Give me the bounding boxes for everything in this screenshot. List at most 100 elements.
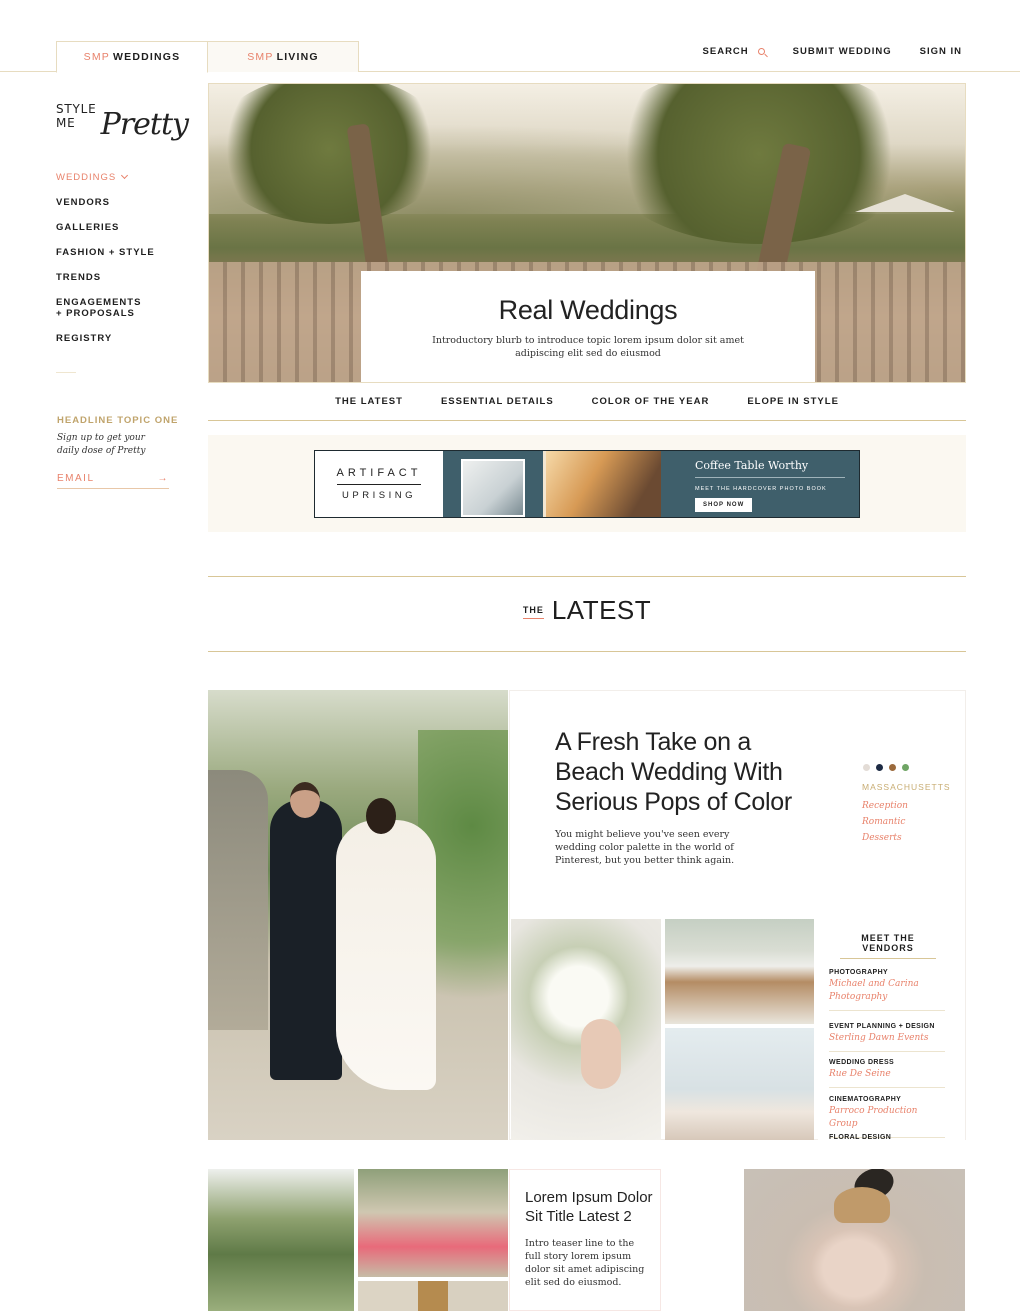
email-field[interactable]: EMAIL → bbox=[57, 468, 169, 489]
vendor-entry[interactable]: CINEMATOGRAPHY Parroco Production Group bbox=[829, 1096, 945, 1138]
submit-wedding-link[interactable]: SUBMIT WEDDING bbox=[793, 46, 892, 57]
logo-text: STYLE ME bbox=[56, 102, 97, 130]
sidebar-nav: WEDDINGS VENDORS GALLERIES FASHION + STY… bbox=[56, 171, 186, 358]
vendors-heading: MEET THE VENDORS bbox=[840, 933, 936, 959]
newsletter-title: HEADLINE TOPIC ONE bbox=[57, 415, 179, 426]
hero-blurb: Introductory blurb to introduce topic lo… bbox=[432, 335, 744, 359]
feature-main-photo[interactable] bbox=[208, 690, 508, 1140]
story2-photo-doors[interactable] bbox=[358, 1281, 508, 1311]
ad-copy: Coffee Table Worthy MEET THE HARDCOVER P… bbox=[695, 459, 845, 512]
vendor-entry[interactable]: WEDDING DRESS Rue De Seine bbox=[829, 1059, 945, 1088]
story2-photo-garden[interactable] bbox=[208, 1169, 354, 1311]
ad-brand-line2: UPRISING bbox=[342, 490, 416, 501]
subnav-item-elope-in-style[interactable]: ELOPE IN STYLE bbox=[747, 396, 839, 407]
feature-description: You might believe you've seen every wedd… bbox=[555, 829, 735, 866]
vendor-entry[interactable]: FLORAL DESIGN bbox=[829, 1134, 945, 1140]
vendor-role: PHOTOGRAPHY bbox=[829, 969, 889, 976]
tab-label: WEDDINGS bbox=[113, 51, 181, 63]
tab-label: LIVING bbox=[276, 51, 319, 63]
sidebar-item-registry[interactable]: REGISTRY bbox=[56, 333, 186, 344]
vendor-role: CINEMATOGRAPHY bbox=[829, 1096, 902, 1103]
story2-photo-bridesmaids[interactable] bbox=[358, 1169, 508, 1277]
gallery-thumb-tent[interactable] bbox=[665, 1028, 814, 1140]
section-heading: THE LATEST bbox=[208, 595, 966, 626]
story2-card: Lorem Ipsum Dolor Sit Title Latest 2 Int… bbox=[509, 1169, 661, 1311]
photo-groom-head bbox=[290, 782, 320, 818]
ad-book-image bbox=[543, 451, 661, 517]
vendor-entry[interactable]: PHOTOGRAPHY Michael and Carina Photograp… bbox=[829, 969, 945, 1011]
location-tag[interactable]: MASSACHUSETTS bbox=[862, 782, 951, 792]
hero-card: Real Weddings Introductory blurb to intr… bbox=[361, 271, 815, 382]
story2-title[interactable]: Lorem Ipsum Dolor Sit Title Latest 2 bbox=[525, 1188, 655, 1226]
search-label: SEARCH bbox=[702, 46, 749, 57]
section-divider bbox=[208, 651, 966, 652]
ad-shop-now-button[interactable]: SHOP NOW bbox=[695, 498, 753, 512]
vendor-name[interactable]: Rue De Seine bbox=[829, 1068, 945, 1081]
subnav-item-color-of-the-year[interactable]: COLOR OF THE YEAR bbox=[592, 396, 710, 407]
story2-description: Intro teaser line to the full story lore… bbox=[525, 1238, 645, 1288]
sidebar-divider bbox=[56, 372, 76, 373]
sidebar-item-galleries[interactable]: GALLERIES bbox=[56, 222, 186, 233]
vendors-panel: MEET THE VENDORS PHOTOGRAPHY Michael and… bbox=[818, 919, 965, 1140]
photo-groom bbox=[270, 800, 342, 1080]
arrow-right-icon[interactable]: → bbox=[158, 473, 170, 484]
photo-bride-head bbox=[366, 798, 396, 834]
ad-brand: ARTIFACT UPRISING bbox=[315, 451, 443, 517]
ad-book-image bbox=[461, 459, 525, 517]
ad-banner[interactable]: ARTIFACT UPRISING Coffee Table Worthy ME… bbox=[314, 450, 860, 518]
email-placeholder: EMAIL bbox=[57, 472, 95, 484]
vendor-role: EVENT PLANNING + DESIGN bbox=[829, 1023, 935, 1030]
ad-subline: MEET THE HARDCOVER PHOTO BOOK bbox=[695, 486, 827, 492]
sign-in-link[interactable]: SIGN IN bbox=[920, 46, 962, 57]
photo-hair bbox=[834, 1187, 890, 1223]
tag-link[interactable]: Desserts bbox=[862, 830, 908, 846]
ad-headline: Coffee Table Worthy bbox=[695, 459, 845, 478]
tag-link[interactable]: Romantic bbox=[862, 814, 908, 830]
vendor-name[interactable]: Michael and Carina Photography bbox=[829, 978, 945, 1004]
newsletter-copy: Sign up to get your daily dose of Pretty bbox=[57, 433, 146, 456]
tab-prefix: SMP bbox=[247, 51, 274, 63]
sidebar-item-weddings[interactable]: WEDDINGS bbox=[56, 171, 186, 183]
vendor-role: WEDDING DRESS bbox=[829, 1059, 895, 1066]
feature-title[interactable]: A Fresh Take on a Beach Wedding With Ser… bbox=[555, 727, 805, 817]
sidebar-item-label: WEDDINGS bbox=[56, 172, 117, 183]
sidebar-item-trends[interactable]: TRENDS bbox=[56, 272, 186, 283]
section-heading-prefix: THE bbox=[522, 605, 544, 619]
portrait-photo[interactable] bbox=[744, 1169, 965, 1311]
section-heading-title: LATEST bbox=[551, 595, 652, 625]
category-tags: Reception Romantic Desserts bbox=[862, 798, 908, 846]
search-icon bbox=[757, 48, 765, 55]
vendor-role: FLORAL DESIGN bbox=[829, 1134, 892, 1140]
photo-wall bbox=[208, 770, 268, 1030]
top-links: SEARCH SUBMIT WEDDING SIGN IN bbox=[703, 46, 962, 57]
sidebar-item-engagements-proposals[interactable]: ENGAGEMENTS + PROPOSALS bbox=[56, 297, 151, 319]
ad-brand-line1: ARTIFACT bbox=[336, 467, 422, 485]
tag-link[interactable]: Reception bbox=[862, 798, 908, 814]
vendor-name[interactable]: Parroco Production Group bbox=[829, 1105, 945, 1131]
chevron-down-icon bbox=[121, 171, 129, 180]
subnav-item-the-latest[interactable]: THE LATEST bbox=[335, 396, 403, 407]
color-palette bbox=[863, 764, 909, 771]
palette-swatch bbox=[876, 764, 883, 771]
section-divider bbox=[208, 576, 966, 577]
tab-smp-living[interactable]: SMP LIVING bbox=[208, 41, 359, 72]
tab-smp-weddings[interactable]: SMP WEDDINGS bbox=[56, 41, 208, 73]
vendor-name[interactable]: Sterling Dawn Events bbox=[829, 1032, 945, 1045]
section-subnav: THE LATEST ESSENTIAL DETAILS COLOR OF TH… bbox=[208, 383, 966, 421]
vendor-entry[interactable]: EVENT PLANNING + DESIGN Sterling Dawn Ev… bbox=[829, 1023, 945, 1052]
subnav-item-essential-details[interactable]: ESSENTIAL DETAILS bbox=[441, 396, 554, 407]
hero-title: Real Weddings bbox=[498, 295, 678, 325]
site-logo[interactable]: STYLE ME Pretty bbox=[56, 100, 189, 142]
hero-photo-tree bbox=[599, 84, 919, 244]
sidebar-item-fashion-style[interactable]: FASHION + STYLE bbox=[56, 247, 186, 258]
gallery-thumb-bouquet[interactable] bbox=[511, 919, 661, 1140]
logo-script: Pretty bbox=[100, 107, 189, 142]
palette-swatch bbox=[863, 764, 870, 771]
search-link[interactable]: SEARCH bbox=[703, 46, 765, 57]
gallery-thumb-reception-table[interactable] bbox=[665, 919, 814, 1024]
tab-prefix: SMP bbox=[83, 51, 110, 63]
hero-banner[interactable]: Real Weddings Introductory blurb to intr… bbox=[208, 83, 966, 383]
photo-bride bbox=[336, 820, 436, 1090]
sidebar-item-vendors[interactable]: VENDORS bbox=[56, 197, 186, 208]
ad-container: ARTIFACT UPRISING Coffee Table Worthy ME… bbox=[208, 435, 966, 532]
